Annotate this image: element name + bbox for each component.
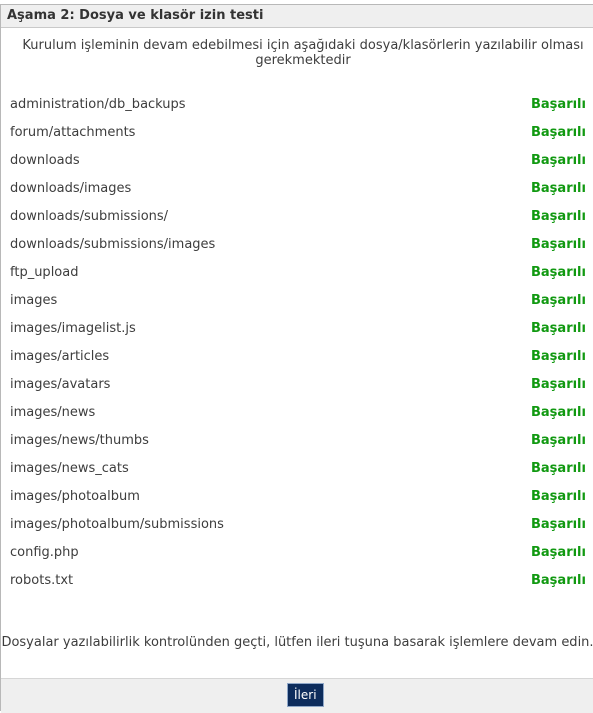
file-path: config.php — [10, 545, 79, 560]
file-row: images/articles Başarılı — [1, 343, 593, 371]
file-row: downloads Başarılı — [1, 147, 593, 175]
file-path: ftp_upload — [10, 265, 79, 280]
status-label: Başarılı — [531, 433, 586, 448]
file-row: images/news/thumbs Başarılı — [1, 427, 593, 455]
status-label: Başarılı — [531, 545, 586, 560]
file-path: images/news/thumbs — [10, 433, 149, 448]
file-path: downloads — [10, 153, 80, 168]
step-title: Aşama 2: Dosya ve klasör izin testi — [1, 5, 593, 28]
file-row: downloads/submissions/images Başarılı — [1, 231, 593, 259]
status-label: Başarılı — [531, 181, 586, 196]
file-path: images/news_cats — [10, 461, 129, 476]
file-path: administration/db_backups — [10, 97, 186, 112]
file-path: images/articles — [10, 349, 110, 364]
file-row: images/news_cats Başarılı — [1, 455, 593, 483]
file-row: images/imagelist.js Başarılı — [1, 315, 593, 343]
status-label: Başarılı — [531, 405, 586, 420]
file-row: config.php Başarılı — [1, 539, 593, 567]
file-row: images/avatars Başarılı — [1, 371, 593, 399]
file-path: images/imagelist.js — [10, 321, 136, 336]
file-row: images/photoalbum Başarılı — [1, 483, 593, 511]
file-path: downloads/submissions/images — [10, 237, 216, 252]
file-path: downloads/images — [10, 181, 132, 196]
panel-footer: İleri — [1, 678, 593, 713]
install-step-panel: Aşama 2: Dosya ve klasör izin testi Kuru… — [0, 4, 593, 713]
file-path: images/photoalbum — [10, 489, 140, 504]
status-label: Başarılı — [531, 349, 586, 364]
status-label: Başarılı — [531, 573, 586, 588]
status-label: Başarılı — [531, 489, 586, 504]
file-row: administration/db_backups Başarılı — [1, 91, 593, 119]
status-label: Başarılı — [531, 125, 586, 140]
file-row: robots.txt Başarılı — [1, 567, 593, 595]
file-row: images/news Başarılı — [1, 399, 593, 427]
file-path: images — [10, 293, 58, 308]
file-row: images Başarılı — [1, 287, 593, 315]
file-path: images/avatars — [10, 377, 111, 392]
status-label: Başarılı — [531, 265, 586, 280]
status-label: Başarılı — [531, 209, 586, 224]
file-row: ftp_upload Başarılı — [1, 259, 593, 287]
next-button[interactable]: İleri — [287, 683, 324, 707]
outro-text: Dosyalar yazılabilirlik kontrolünden geç… — [1, 635, 593, 650]
file-row: downloads/submissions/Başarılı — [1, 203, 593, 231]
file-permission-list: administration/db_backups Başarılı forum/a… — [1, 91, 593, 595]
file-row: images/photoalbum/submissions Başarılı — [1, 511, 593, 539]
intro-text: Kurulum işleminin devam edebilmesi için … — [22, 38, 584, 68]
file-path: downloads/submissions/ — [10, 209, 169, 224]
file-row: forum/attachments Başarılı — [1, 119, 593, 147]
status-label: Başarılı — [531, 293, 586, 308]
status-label: Başarılı — [531, 237, 586, 252]
status-label: Başarılı — [531, 377, 586, 392]
status-label: Başarılı — [531, 97, 586, 112]
file-path: images/news — [10, 405, 96, 420]
file-row: downloads/images Başarılı — [1, 175, 593, 203]
status-label: Başarılı — [531, 517, 586, 532]
file-path: robots.txt — [10, 573, 74, 588]
status-label: Başarılı — [531, 321, 586, 336]
file-path: forum/attachments — [10, 125, 136, 140]
status-label: Başarılı — [531, 461, 586, 476]
status-label: Başarılı — [531, 153, 586, 168]
file-path: images/photoalbum/submissions — [10, 517, 224, 532]
